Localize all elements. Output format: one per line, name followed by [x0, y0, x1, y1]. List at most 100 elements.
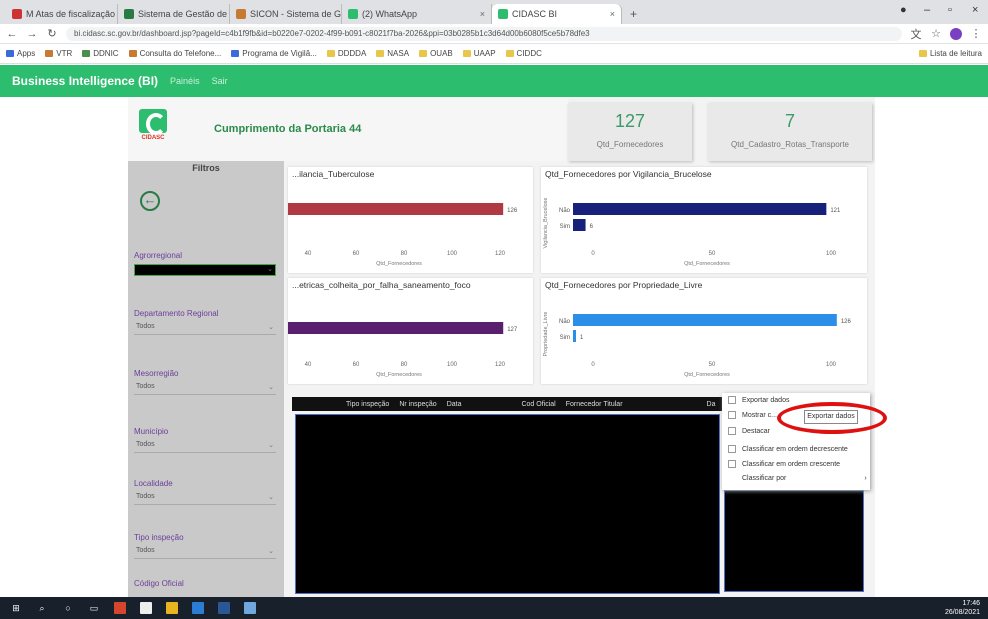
nav-sair[interactable]: Sair — [212, 76, 228, 86]
folder-icon — [376, 50, 385, 57]
chevron-down-icon: ⌄ — [268, 494, 274, 501]
profile-avatar[interactable] — [950, 27, 962, 40]
filter-label-codigo-oficial: Código Oficial — [134, 579, 184, 588]
close-tab-icon[interactable]: × — [610, 9, 615, 19]
bookmark-folder[interactable]: NASA — [376, 49, 409, 58]
bookmark-icon — [128, 50, 137, 57]
windows-start-icon[interactable]: ⊞ — [10, 602, 22, 614]
chart-tuberculose[interactable]: 126 40 60 80 100 120 Qtd_Fornecedores ...ilanci… — [288, 167, 533, 273]
maximize-icon[interactable]: ▫ — [948, 4, 952, 16]
browser-tab[interactable]: M Atas de fiscalização no SFT× — [6, 4, 118, 24]
bar — [573, 219, 586, 231]
kpi-card-fornecedores[interactable]: 127 Qtd_Fornecedores — [568, 103, 692, 161]
bookmark-folder[interactable]: OUAB — [419, 49, 453, 58]
bookmark-item[interactable]: Consulta do Telefone... — [128, 49, 221, 58]
bookmark-label: Programa de Vigilâ... — [242, 49, 317, 58]
mail-taskbar-icon[interactable] — [192, 602, 204, 614]
bookmark-item[interactable]: VTR — [45, 49, 72, 58]
multitask-icon[interactable]: ▭ — [88, 602, 100, 614]
menu-dots-icon[interactable]: ⋮ — [970, 27, 982, 40]
menu-item-sort-desc[interactable]: Classificar em ordem decrescente — [728, 445, 848, 453]
filter-value: Todos — [136, 493, 155, 500]
bookmark-label: Apps — [17, 49, 36, 58]
data-label: 1 — [580, 335, 584, 341]
tab-label: (2) WhatsApp — [362, 9, 418, 19]
reload-icon[interactable]: ↻ — [46, 27, 58, 40]
menu-item-exportar-dados[interactable]: Exportar dados — [728, 396, 789, 404]
column-header[interactable]: Fornecedor Titular — [566, 401, 623, 408]
kpi-card-rotas[interactable]: 7 Qtd_Cadastro_Rotas_Transporte — [708, 103, 872, 161]
bookmark-label: NASA — [387, 49, 410, 58]
x-tick-label: 60 — [353, 251, 360, 257]
reading-list-button[interactable]: Lista de leitura — [918, 49, 982, 58]
bookmark-item[interactable]: DDNIC — [82, 49, 119, 58]
menu-item-label: Classificar em ordem crescente — [742, 460, 841, 468]
system-clock[interactable]: 17:46 26/08/2021 — [945, 599, 980, 617]
bookmark-folder[interactable]: CIDDC — [505, 49, 542, 58]
filter-select-mesorregiao[interactable]: Todos ⌄ — [134, 383, 276, 395]
x-axis-label: Qtd_Fornecedores — [684, 261, 730, 267]
column-header[interactable]: Da — [707, 401, 716, 408]
new-tab-button[interactable]: + — [622, 4, 645, 24]
explorer-taskbar-icon[interactable] — [166, 602, 178, 614]
word-taskbar-icon[interactable] — [218, 602, 230, 614]
table-body[interactable] — [295, 414, 720, 594]
bookmark-item[interactable]: Programa de Vigilâ... — [231, 49, 317, 58]
bar-chart-svg: 126 Não 1 Sim 0 50 100 Qtd_Fornecedores Propried… — [543, 312, 851, 378]
file-taskbar-icon[interactable] — [140, 602, 152, 614]
bar-chart-svg: 127 40 60 80 100 120 Qtd_Fornecedores — [288, 322, 518, 378]
column-header[interactable]: Tipo inspeção — [346, 401, 389, 408]
filter-select-municipio[interactable]: Todos ⌄ — [134, 441, 276, 453]
back-circle-icon[interactable]: ← — [140, 191, 160, 211]
menu-item-sort-asc[interactable]: Classificar em ordem crescente — [728, 460, 840, 468]
menu-item-destacar[interactable]: Destacar — [728, 427, 770, 435]
chart-propriedade-livre[interactable]: 126 Não 1 Sim 0 50 100 Qtd_Fornecedores Propried… — [541, 278, 867, 384]
bookmark-folder[interactable]: DDDDA — [326, 49, 366, 58]
filters-panel: Filtros ← Agrorregional ⌄ Departamento R… — [128, 161, 284, 597]
bar — [573, 203, 827, 215]
browser-tab-active[interactable]: CIDASC BI × — [492, 4, 622, 24]
filter-select-tipo-inspecao[interactable]: Todos ⌄ — [134, 547, 276, 559]
column-header[interactable]: Data — [447, 401, 462, 408]
bookmark-folder[interactable]: UAAP — [462, 49, 496, 58]
tab-label: SICON - Sistema de Gestão do C — [250, 9, 342, 19]
star-icon[interactable]: ☆ — [930, 27, 942, 40]
chart-title: Qtd_Fornecedores por Vigilancia_Brucelos… — [545, 169, 712, 179]
x-tick-label: 80 — [401, 251, 408, 257]
category-label: Sim — [560, 224, 570, 230]
bookmark-icon — [45, 50, 54, 57]
close-window-icon[interactable]: × — [972, 4, 978, 16]
chrome-taskbar-icon[interactable] — [114, 602, 126, 614]
account-dot-icon[interactable]: ● — [900, 4, 907, 16]
nav-paineis[interactable]: Painéis — [170, 76, 200, 86]
browser-tab[interactable]: (2) WhatsApp × — [342, 4, 492, 24]
kpi-value: 7 — [784, 111, 795, 131]
filter-select-departamento[interactable]: Todos ⌄ — [134, 323, 276, 335]
search-icon[interactable]: ⌕ — [36, 602, 48, 614]
column-header[interactable]: Nr inspeção — [399, 401, 436, 408]
forward-arrow-icon[interactable]: → — [26, 28, 38, 40]
filter-select-agrorregional[interactable]: ⌄ — [134, 264, 276, 276]
chart-saneamento-foco[interactable]: 127 40 60 80 100 120 Qtd_Fornecedores ...etrica… — [288, 278, 533, 384]
back-arrow-icon[interactable]: ← — [6, 28, 18, 40]
browser-tab[interactable]: SICON - Sistema de Gestão do C× — [230, 4, 342, 24]
kpi-label: Qtd_Cadastro_Rotas_Transporte — [731, 140, 849, 149]
filter-select-localidade[interactable]: Todos ⌄ — [134, 493, 276, 505]
menu-item-sort-by[interactable]: Classificar por › — [742, 475, 867, 482]
task-view-icon[interactable]: ○ — [62, 602, 74, 614]
chart-brucelose[interactable]: 121 Não 6 Sim 0 50 100 Qtd_Fornecedores Vigilanc… — [541, 167, 867, 273]
menu-item-label: Destacar — [742, 427, 771, 435]
chart-title: Qtd_Fornecedores por Propriedade_Livre — [545, 280, 703, 290]
translate-icon[interactable]: 文 — [910, 26, 922, 42]
minimize-icon[interactable]: – — [924, 4, 930, 16]
column-header[interactable]: Cod Oficial — [521, 401, 555, 408]
url-field[interactable]: bi.cidasc.sc.gov.br/dashboard.jsp?pageId… — [66, 26, 902, 41]
bookmark-apps[interactable]: Apps — [6, 49, 35, 58]
secondary-table-body[interactable] — [724, 490, 864, 592]
browser-tab[interactable]: Sistema de Gestão de Processos× — [118, 4, 230, 24]
close-tab-icon[interactable]: × — [480, 9, 485, 19]
filter-label-mesorregiao: Mesorregião — [134, 369, 179, 378]
menu-item-mostrar[interactable]: Mostrar c... — [728, 411, 777, 419]
app-taskbar-icon[interactable] — [244, 602, 256, 614]
x-tick-label: 100 — [447, 251, 458, 257]
